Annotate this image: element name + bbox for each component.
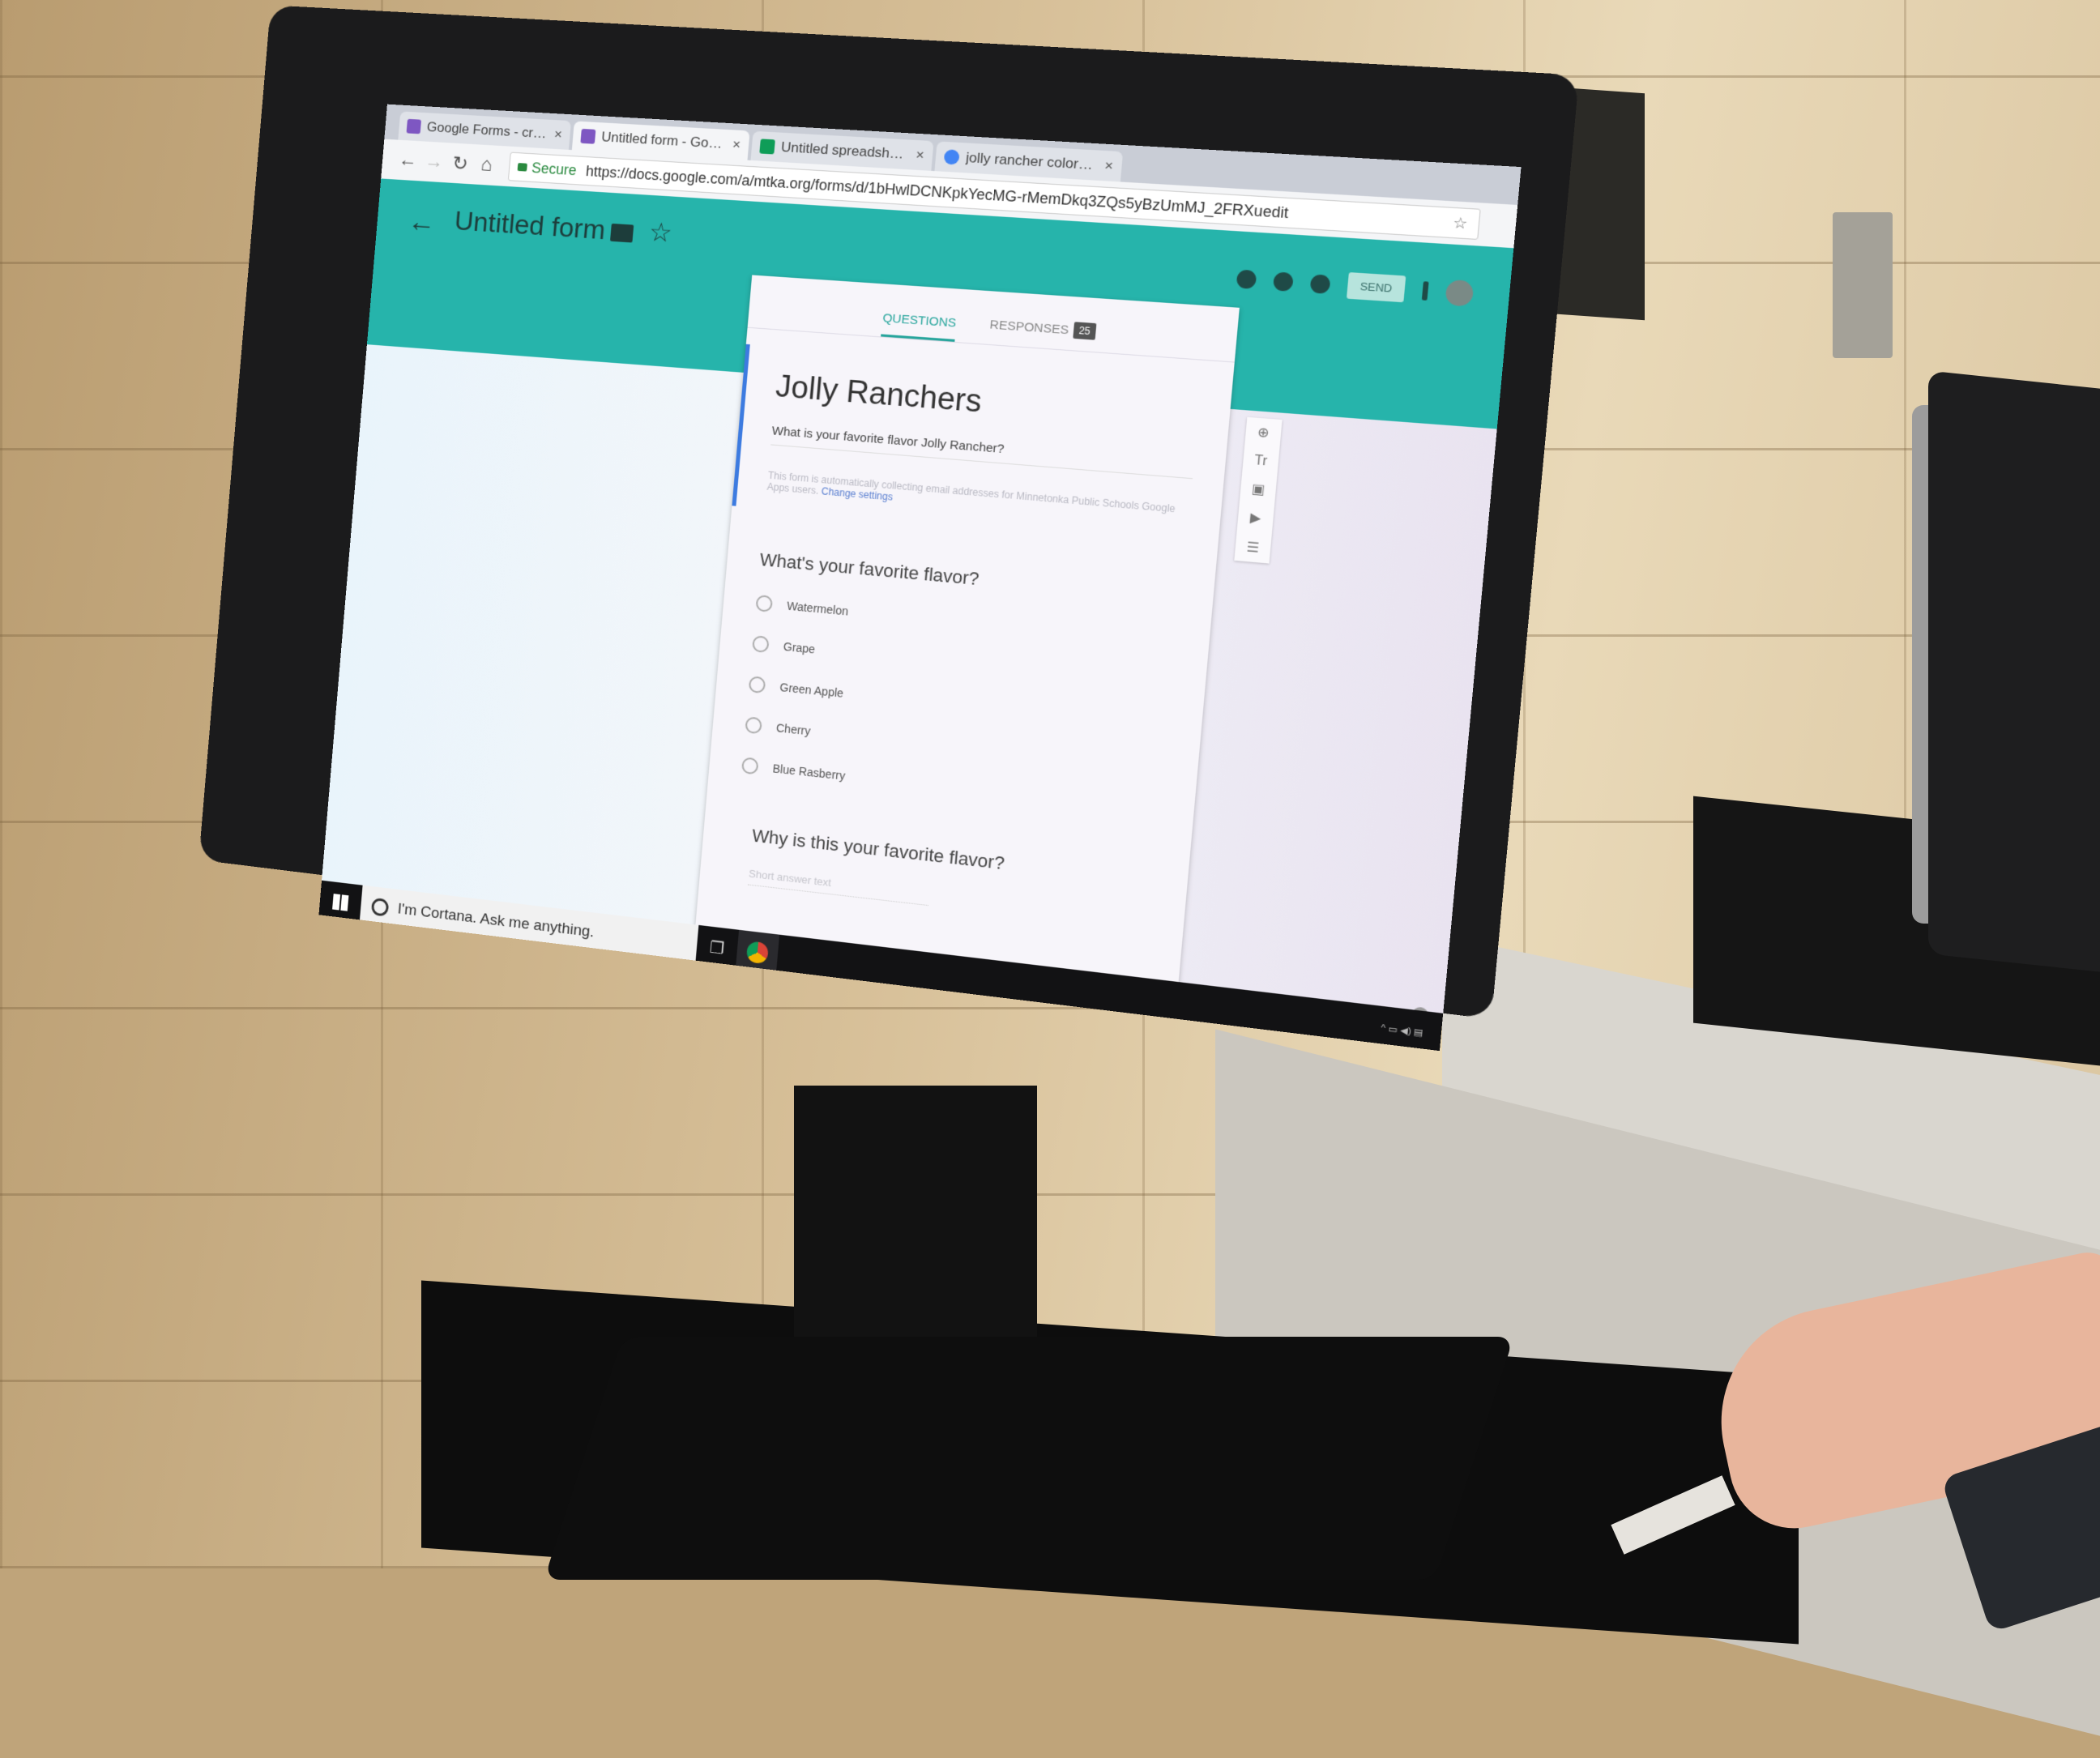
more-options-icon[interactable]	[1421, 280, 1429, 301]
send-button[interactable]: SEND	[1346, 272, 1406, 303]
header-actions: SEND	[1236, 265, 1475, 307]
question-title[interactable]: What's your favorite flavor?	[759, 549, 1183, 608]
form-card: QUESTIONS RESPONSES 25 Jolly Ranchers Wh…	[691, 275, 1240, 1030]
forward-arrow-icon[interactable]: →	[420, 147, 448, 176]
home-icon[interactable]: ⌂	[472, 151, 501, 179]
cortana-icon	[370, 897, 390, 917]
reload-icon[interactable]: ↻	[446, 149, 474, 177]
forms-icon	[580, 128, 596, 144]
tab-label: Untitled spreadsheet - G	[780, 139, 911, 163]
avatar[interactable]	[1445, 279, 1475, 307]
radio-icon[interactable]	[745, 716, 762, 735]
windows-logo-icon	[332, 894, 349, 911]
radio-icon[interactable]	[751, 635, 770, 654]
radio-icon[interactable]	[755, 595, 774, 612]
form-name[interactable]: Untitled form	[453, 206, 606, 246]
settings-gear-icon[interactable]	[1309, 273, 1331, 294]
preview-eye-icon[interactable]	[1272, 271, 1294, 292]
radio-icon[interactable]	[748, 676, 766, 694]
section-icon[interactable]: ☰	[1246, 539, 1260, 557]
tab-questions[interactable]: QUESTIONS	[881, 311, 957, 342]
forms-icon	[406, 118, 422, 134]
video-icon[interactable]: ▶	[1249, 510, 1261, 527]
monitor-stand-base	[544, 1337, 1514, 1580]
lock-icon	[517, 163, 527, 172]
option-label: Cherry	[775, 721, 812, 738]
wall-plate	[1833, 212, 1893, 358]
short-answer-field: Short answer text	[747, 867, 930, 907]
option-label: Green Apple	[779, 680, 844, 700]
plus-circle-icon[interactable]: ⊕	[1257, 424, 1270, 442]
tab-label: QUESTIONS	[881, 311, 957, 331]
secure-label: Secure	[531, 159, 578, 178]
form-title[interactable]: Jolly Ranchers	[775, 369, 1200, 437]
monitor-screen: Google Forms - create a × Untitled form …	[318, 104, 1522, 1052]
radio-icon[interactable]	[741, 757, 759, 775]
close-icon[interactable]: ×	[916, 147, 925, 164]
tab-label: Google Forms - create a	[426, 119, 551, 143]
sheets-icon	[759, 139, 775, 155]
tab-label: jolly rancher colors - Go	[965, 149, 1101, 174]
tab-label: RESPONSES	[988, 317, 1069, 337]
question-card[interactable]: What's your favorite flavor? Watermelon …	[709, 506, 1218, 821]
form-description[interactable]: What is your favorite flavor Jolly Ranch…	[770, 424, 1195, 480]
tab-label: Untitled form - Google F	[600, 129, 729, 152]
image-icon[interactable]: ▣	[1251, 480, 1266, 498]
chrome-icon	[745, 941, 770, 965]
back-arrow-icon[interactable]: ←	[394, 146, 422, 174]
star-icon[interactable]: ☆	[648, 216, 674, 249]
close-icon[interactable]: ×	[732, 136, 741, 153]
folder-icon[interactable]	[609, 223, 634, 243]
text-title-icon[interactable]: Tr	[1253, 453, 1268, 469]
back-arrow-icon[interactable]: ←	[407, 204, 438, 239]
close-icon[interactable]: ×	[1104, 157, 1114, 174]
option-label: Watermelon	[786, 599, 849, 618]
option-label: Grape	[783, 639, 816, 656]
close-icon[interactable]: ×	[553, 126, 562, 143]
secure-indicator[interactable]: Secure	[517, 159, 577, 179]
bookmark-star-icon[interactable]: ☆	[1453, 214, 1469, 233]
system-tray[interactable]: ^ ▭ ◀) ▤	[1381, 1022, 1423, 1038]
side-monitor	[1928, 370, 2100, 975]
palette-icon[interactable]	[1236, 268, 1257, 289]
responses-count-badge: 25	[1073, 322, 1096, 340]
tab-responses[interactable]: RESPONSES 25	[988, 316, 1096, 352]
google-icon	[943, 149, 960, 165]
